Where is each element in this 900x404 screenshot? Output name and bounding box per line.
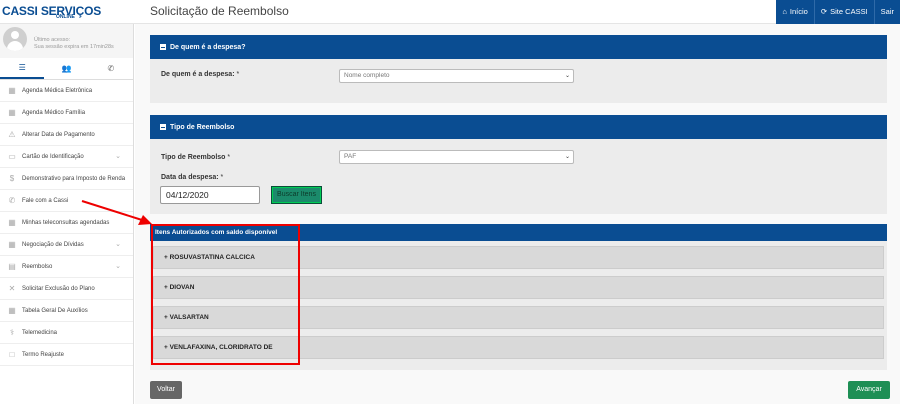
- sidebar-item-label: Reembolso: [22, 263, 53, 270]
- people-icon: 👥: [61, 64, 72, 73]
- nav-sair[interactable]: Sair: [875, 0, 900, 24]
- chevron-down-icon: ⌄: [115, 241, 121, 248]
- reimbursement-type-label-text: Tipo de Reembolso: [161, 154, 226, 161]
- logo-cassi-text: CASSI: [2, 4, 38, 18]
- sidebar-item[interactable]: ▦ Negociação de Dívidas ⌄: [0, 234, 133, 256]
- user-profile: Último acesso: Sua sessão expira em 17mi…: [0, 24, 133, 58]
- expense-owner-label: De quem é a despesa: *: [161, 71, 239, 78]
- nav-inicio[interactable]: ⌂ Início: [776, 0, 813, 24]
- close-icon: ✕: [8, 284, 16, 293]
- sidebar-item-label: Alterar Data de Pagamento: [22, 131, 95, 138]
- sidebar-item-label: Cartão de Identificação: [22, 153, 84, 160]
- sidebar-item-label: Negociação de Dívidas: [22, 241, 84, 248]
- panel-reimbursement-type-header[interactable]: Tipo de Reembolso: [150, 115, 887, 139]
- reimbursement-type-label: Tipo de Reembolso *: [161, 154, 230, 161]
- tab-phone[interactable]: ✆: [89, 58, 133, 79]
- sidebar-item-label: Telemedicina: [22, 329, 58, 336]
- sidebar-item[interactable]: ⚕ Telemedicina: [0, 322, 133, 344]
- collapse-icon: [160, 124, 166, 130]
- last-access-label: Último acesso:: [34, 37, 71, 43]
- stethoscope-icon: ⚕: [9, 328, 15, 337]
- expense-owner-label-text: De quem é a despesa:: [161, 71, 235, 78]
- sidebar-item-label: Agenda Médica Eletrônica: [22, 87, 93, 94]
- nav-sair-label: Sair: [880, 7, 894, 16]
- panel-reimbursement-type-title: Tipo de Reembolso: [170, 123, 235, 131]
- reimbursement-type-select-value: PAF: [344, 153, 357, 160]
- sidebar-item[interactable]: ⚠ Alterar Data de Pagamento: [0, 124, 133, 146]
- chevron-down-icon: ⌄: [115, 153, 121, 160]
- calendar-icon: ▦: [8, 108, 16, 117]
- required-mark: *: [227, 154, 231, 161]
- phone-icon: ✆: [8, 196, 16, 205]
- sidebar-item[interactable]: ▤ Reembolso ⌄: [0, 256, 133, 278]
- sidebar-item-label: Solicitar Exclusão do Plano: [22, 285, 95, 292]
- calendar-icon: ▦: [8, 218, 16, 227]
- document-icon: □: [9, 350, 15, 359]
- tab-people[interactable]: 👥: [44, 58, 88, 79]
- nav-site-cassi-label: Site CASSI: [830, 7, 868, 16]
- dollar-icon: $: [9, 174, 15, 183]
- panel-reimbursement-type: Tipo de Reembolso Tipo de Reembolso * PA…: [150, 115, 887, 214]
- back-button[interactable]: Voltar: [150, 381, 182, 399]
- sidebar-item[interactable]: ✕ Solicitar Exclusão do Plano: [0, 278, 133, 300]
- highlight-box: [151, 224, 300, 365]
- sidebar-item[interactable]: ▦ Agenda Médico Família: [0, 102, 133, 124]
- chevron-down-icon: ⌄: [564, 154, 570, 160]
- menu-icon: ☰: [18, 63, 26, 72]
- sidebar-item[interactable]: ▦ Agenda Médica Eletrônica: [0, 80, 133, 102]
- sidebar-item-label: Tabela Geral De Auxílios: [22, 307, 88, 314]
- expense-owner-select-value: Nome completo: [344, 72, 390, 79]
- sidebar-item-label: Fale com a Cassi: [22, 197, 69, 204]
- annotation-arrow-icon: [81, 200, 152, 225]
- cassi-logo[interactable]: CASSI SERVIÇOS ONLINE: [2, 2, 132, 22]
- money-icon: ▤: [8, 262, 16, 271]
- refresh-icon: ⟳: [820, 7, 828, 16]
- top-navigation: ⌂ Início ⟳ Site CASSI Sair: [776, 0, 900, 24]
- sidebar-item[interactable]: ▭ Cartão de Identificação ⌄: [0, 146, 133, 168]
- next-button[interactable]: Avançar: [848, 381, 890, 399]
- chevron-down-icon: ⌄: [115, 263, 121, 270]
- phone-icon: ✆: [107, 64, 115, 73]
- expense-date-label: Data da despesa: *: [161, 174, 223, 181]
- logo-online-text: ONLINE: [56, 14, 75, 20]
- page-title: Solicitação de Reembolso: [150, 4, 289, 18]
- expense-owner-select[interactable]: Nome completo ⌄: [339, 69, 574, 83]
- sidebar-item[interactable]: ▦ Tabela Geral De Auxílios: [0, 300, 133, 322]
- collapse-icon: [160, 44, 166, 50]
- top-bar: CASSI SERVIÇOS ONLINE Solicitação de Ree…: [0, 0, 900, 24]
- tab-menu[interactable]: ☰: [0, 58, 45, 79]
- sidebar-item[interactable]: □ Termo Reajuste: [0, 344, 133, 366]
- home-icon: ⌂: [782, 7, 787, 16]
- nav-site-cassi[interactable]: ⟳ Site CASSI: [815, 0, 874, 24]
- calendar-icon: ▦: [8, 86, 16, 95]
- nav-inicio-label: Início: [789, 7, 808, 16]
- sidebar-item[interactable]: $ Demonstrativo para Imposto de Renda: [0, 168, 133, 190]
- chevron-down-icon: ⌄: [564, 73, 570, 79]
- required-mark: *: [220, 174, 224, 181]
- panel-expense-owner-title: De quem é a despesa?: [170, 43, 246, 51]
- sidebar-item-label: Demonstrativo para Imposto de Renda: [22, 175, 126, 182]
- required-mark: *: [236, 71, 240, 78]
- session-timer: Sua sessão expira em 17min28s: [34, 44, 114, 50]
- panel-expense-owner-header[interactable]: De quem é a despesa?: [150, 35, 887, 59]
- search-items-button[interactable]: Buscar Itens: [271, 186, 322, 204]
- card-icon: ▭: [8, 152, 16, 161]
- warning-icon: ⚠: [8, 130, 16, 139]
- reimbursement-type-select[interactable]: PAF ⌄: [339, 150, 574, 164]
- avatar: [3, 27, 27, 51]
- calendar-icon: ▦: [8, 240, 16, 249]
- sidebar-tabs: ☰ 👥 ✆: [0, 58, 133, 80]
- panel-expense-owner: De quem é a despesa? De quem é a despesa…: [150, 35, 887, 103]
- table-icon: ▦: [8, 306, 16, 315]
- sidebar-item-label: Termo Reajuste: [22, 351, 65, 358]
- sidebar-item-label: Agenda Médico Família: [22, 109, 86, 116]
- expense-date-label-text: Data da despesa:: [161, 174, 219, 181]
- expense-date-input[interactable]: 04/12/2020: [160, 186, 260, 204]
